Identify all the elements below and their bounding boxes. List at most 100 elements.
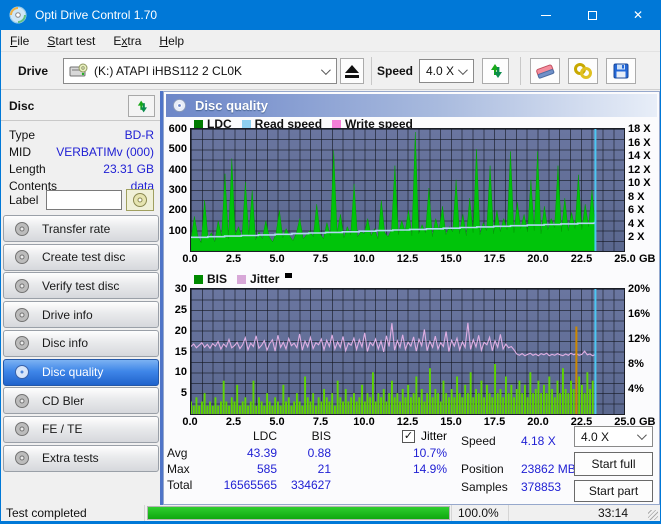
speed-value: 4.0 X bbox=[426, 64, 455, 78]
speed-label: Speed bbox=[377, 64, 414, 78]
legend-marker bbox=[285, 272, 293, 278]
divider bbox=[1, 120, 160, 121]
title-bar: Opti Drive Control 1.70 ✕ bbox=[0, 0, 661, 30]
x-tick-label: 5.0 bbox=[269, 253, 285, 265]
chevron-down-icon bbox=[320, 64, 331, 75]
sidebar-item-transfer-rate[interactable]: Transfer rate bbox=[3, 215, 159, 242]
x-tick-label: 10.0 bbox=[353, 253, 375, 265]
eject-button[interactable] bbox=[340, 58, 364, 84]
y-tick-label: 10 bbox=[174, 366, 187, 379]
x-tick-label: 7.5 bbox=[312, 416, 329, 428]
resize-grip[interactable] bbox=[648, 510, 658, 520]
menu-item-file[interactable]: File bbox=[1, 32, 38, 50]
menu-bar: File Start test Extra Help bbox=[1, 30, 660, 52]
panel-title: Disc quality bbox=[195, 98, 268, 113]
disc-quality-icon bbox=[172, 98, 187, 113]
column-header-ldc: LDC bbox=[252, 429, 277, 444]
advanced-settings-button[interactable] bbox=[568, 58, 598, 84]
toolbar-separator bbox=[520, 57, 521, 85]
sidebar-item-cd-bler[interactable]: CD Bler bbox=[3, 387, 159, 415]
disc-icon bbox=[14, 278, 30, 294]
disc-row-value: VERBATIMv (000) bbox=[56, 145, 154, 159]
x-tick-label: 17.5 bbox=[483, 253, 506, 265]
x-tick-label: 15.0 bbox=[440, 416, 462, 428]
sidebar-item-extra-tests[interactable]: Extra tests bbox=[3, 444, 159, 472]
jitter-checkbox[interactable]: ✓ bbox=[401, 429, 415, 443]
progress-percent: 100.0% bbox=[458, 506, 499, 520]
sidebar-item-label: Transfer rate bbox=[42, 221, 111, 236]
stat-ldc-value: 43.39 bbox=[246, 445, 277, 460]
disc-icon bbox=[14, 421, 30, 437]
chart1-right-axis: 18 X 16 X 14 X 12 X 10 X8 X6 X4 X2 X bbox=[628, 123, 660, 251]
y-tick-label: 600 bbox=[168, 123, 187, 135]
app-window: Opti Drive Control 1.70 ✕ File Start test… bbox=[0, 0, 661, 524]
y-tick-label: 25 bbox=[174, 303, 187, 316]
x-axis-unit: GB bbox=[639, 253, 656, 265]
window-title: Opti Drive Control 1.70 bbox=[35, 8, 158, 22]
x-tick-label: 2.5 bbox=[225, 416, 242, 428]
eject-icon bbox=[345, 64, 359, 78]
samples-label: Samples bbox=[461, 480, 508, 494]
y-tick-label: 100 bbox=[168, 224, 187, 237]
sidebar-item-disc-quality[interactable]: Disc quality bbox=[3, 358, 159, 386]
menu-item-start-test[interactable]: Start test bbox=[38, 32, 104, 50]
sidebar-item-disc-info[interactable]: Disc info bbox=[3, 329, 159, 357]
x-tick-label: 0.0 bbox=[182, 416, 198, 428]
toolbar: Drive (K:) ATAPI iHBS112 2 CL0K Speed 4.… bbox=[1, 53, 660, 90]
disc-panel-title: Disc bbox=[9, 99, 35, 113]
disc-quality-panel: Disc quality LDC Read speed Write speed 60… bbox=[163, 91, 660, 505]
elapsed-time: 33:14 bbox=[597, 506, 628, 520]
sidebar-item-create-test-disc[interactable]: Create test disc bbox=[3, 243, 159, 271]
sidebar-item-verify-test-disc[interactable]: Verify test disc bbox=[3, 272, 159, 300]
drive-value: (K:) ATAPI iHBS112 2 CL0K bbox=[94, 64, 243, 78]
y-tick-label: 6 X bbox=[628, 204, 645, 217]
label-field-caption: Label bbox=[9, 193, 39, 207]
start-full-button[interactable]: Start full bbox=[574, 452, 653, 476]
chart1-x-axis: 0.0 2.5 5.0 7.5 10.0 12.5 15.0 17.5 20.0 22.5 25.0… bbox=[164, 253, 661, 266]
disc-icon bbox=[14, 249, 30, 265]
y-tick-label: 400 bbox=[168, 163, 187, 176]
disc-icon bbox=[133, 193, 148, 207]
y-tick-label: 15 bbox=[174, 345, 187, 358]
menu-item-help[interactable]: Help bbox=[150, 32, 193, 50]
save-button[interactable] bbox=[606, 58, 636, 84]
connector-icon bbox=[574, 63, 592, 79]
x-tick-label: 20.0 bbox=[527, 416, 549, 428]
x-tick-label: 5.0 bbox=[269, 416, 285, 428]
toolbar-separator bbox=[371, 57, 372, 85]
disc-row-value: BD-R bbox=[124, 128, 154, 142]
legend-label: BIS bbox=[207, 272, 228, 286]
stat-bis-value: 0.88 bbox=[307, 445, 331, 460]
x-tick-label: 22.5 bbox=[570, 253, 593, 265]
menu-item-extra[interactable]: Extra bbox=[104, 32, 150, 50]
test-speed-select[interactable]: 4.0 X bbox=[574, 426, 653, 447]
erase-disc-button[interactable] bbox=[530, 58, 560, 84]
status-text: Test completed bbox=[6, 506, 87, 520]
refresh-disc-button[interactable] bbox=[128, 95, 155, 117]
speed-select[interactable]: 4.0 X bbox=[419, 59, 474, 83]
label-input[interactable] bbox=[46, 190, 123, 210]
minimize-button[interactable] bbox=[523, 0, 569, 30]
x-tick-label: 12.5 bbox=[396, 416, 419, 428]
disc-icon bbox=[14, 364, 30, 380]
drive-label: Drive bbox=[18, 64, 49, 78]
status-text-cell: Test completed bbox=[1, 505, 145, 521]
refresh-icon bbox=[137, 100, 147, 112]
refresh-speeds-button[interactable] bbox=[482, 58, 509, 84]
y-tick-label: 20% bbox=[628, 283, 651, 295]
chevron-down-icon bbox=[457, 64, 468, 75]
sidebar-item-drive-info[interactable]: Drive info bbox=[3, 301, 159, 329]
sidebar-item-label: Disc info bbox=[42, 336, 89, 351]
start-part-button[interactable]: Start part bbox=[574, 480, 653, 502]
write-label-button[interactable] bbox=[126, 189, 155, 211]
save-floppy-icon bbox=[613, 63, 629, 79]
y-tick-label: 30 bbox=[174, 283, 187, 295]
y-tick-label: 2 X bbox=[628, 231, 645, 244]
y-tick-label: 16 X bbox=[628, 136, 651, 149]
x-tick-label: 2.5 bbox=[225, 253, 242, 265]
drive-select[interactable]: (K:) ATAPI iHBS112 2 CL0K bbox=[63, 58, 337, 84]
close-button[interactable]: ✕ bbox=[615, 0, 661, 30]
maximize-button[interactable] bbox=[569, 0, 615, 30]
sidebar-item-fe-te[interactable]: FE / TE bbox=[3, 415, 159, 443]
y-tick-label: 4% bbox=[628, 383, 644, 395]
